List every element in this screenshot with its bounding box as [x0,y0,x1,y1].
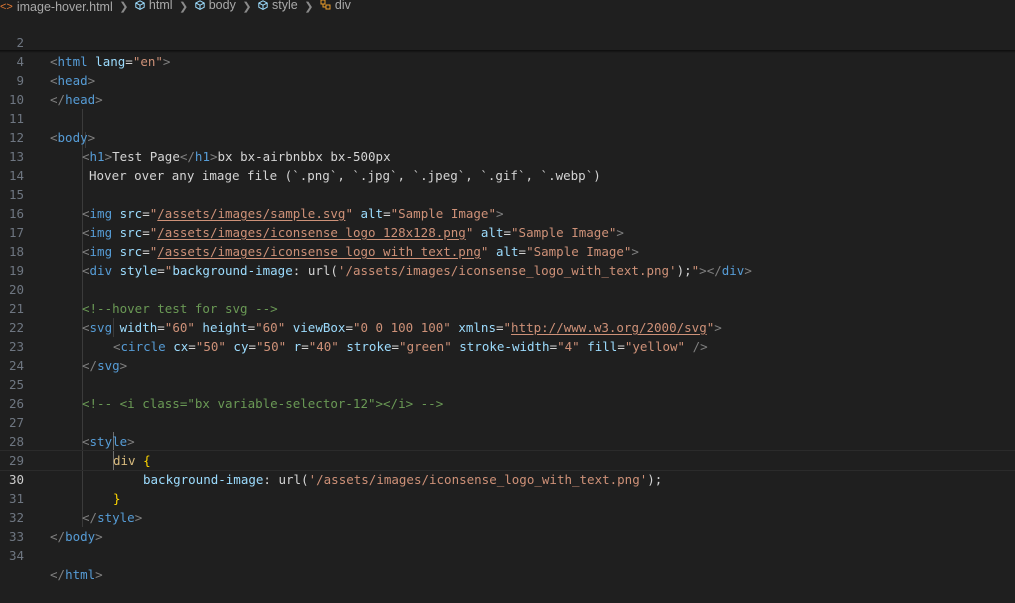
code-line[interactable]: 2 <html lang="en"> [0,14,1015,69]
breadcrumb-item-label: html [148,0,173,12]
cube-icon [135,0,145,10]
breadcrumb-item-div[interactable]: div [320,0,351,11]
chevron-right-icon: ❯ [179,1,189,13]
breadcrumb-item-label: div [334,0,351,12]
code-line[interactable]: 9 </head> [0,52,1015,107]
code-line[interactable]: 4 <head> [0,33,1015,88]
code-editor[interactable]: 2 <html lang="en"> 4 <head> 9 </head> 10… [0,14,1015,592]
code-line[interactable]: 25 <!-- <i class="bx variable-selector-1… [0,356,1015,411]
code-line[interactable]: 18 <div style="background-image: url('/a… [0,223,1015,278]
chevron-right-icon: ❯ [119,1,129,13]
line-number: 34 [8,548,24,563]
breadcrumb-file[interactable]: <> image-hover.html [0,0,113,14]
code-line[interactable]: 34 </html> [0,527,1015,582]
code-line[interactable]: 32 </body> [0,489,1015,544]
breadcrumb-item-label: style [272,0,298,12]
code-line[interactable]: 12 <h1>Test Page</h1>bx bx-airbnbbx bx-5… [0,109,1015,164]
code-line[interactable]: 31 </style> [0,470,1015,525]
chevron-right-icon: ❯ [242,1,252,13]
breadcrumb-file-label: image-hover.html [16,0,113,14]
breadcrumb-item-label: body [208,0,236,12]
breadcrumb-item-body[interactable]: body [195,0,236,11]
code-line[interactable]: 19 [0,242,1015,278]
code-line[interactable]: 22 <circle cx="50" cy="50" r="40" stroke… [0,299,1015,354]
code-line[interactable]: 17 <img src="/assets/images/iconsense_lo… [0,204,1015,259]
code-line[interactable]: 28 div { [0,413,1015,468]
code-line[interactable]: 10 [0,71,1015,107]
code-line-active[interactable]: 30 } [0,450,1015,506]
code-line[interactable]: 27 <style> [0,394,1015,449]
html-file-icon: <> [0,1,13,13]
cube-icon [195,0,205,10]
code-line[interactable]: 20 <!--hover test for svg --> [0,261,1015,316]
code-line[interactable]: 15 <img src="/assets/images/sample.svg" … [0,166,1015,221]
breadcrumb-item-html[interactable]: html [135,0,173,11]
code-line[interactable]: 14 [0,147,1015,183]
code-line[interactable]: 26 [0,375,1015,411]
code-text: </html> [50,567,103,582]
breadcrumb-item-style[interactable]: style [258,0,298,11]
css-selector-icon [320,0,331,10]
breadcrumb: <> image-hover.html ❯ html ❯ body ❯ styl… [0,0,1015,14]
code-line[interactable]: 24 [0,337,1015,373]
code-line[interactable]: 29 background-image: url('/assets/images… [0,432,1015,487]
chevron-right-icon: ❯ [304,1,314,13]
code-line[interactable]: 16 <img src="/assets/images/iconsense_lo… [0,185,1015,240]
code-line[interactable]: 11 <body> [0,90,1015,145]
code-line[interactable]: 33 [0,508,1015,544]
code-line[interactable]: 21 <svg width="60" height="60" viewBox="… [0,280,1015,335]
code-line[interactable]: 13 Hover over any image file (`.png`, `.… [0,128,1015,183]
cube-icon [258,0,268,10]
code-line[interactable]: 23 </svg> [0,318,1015,373]
